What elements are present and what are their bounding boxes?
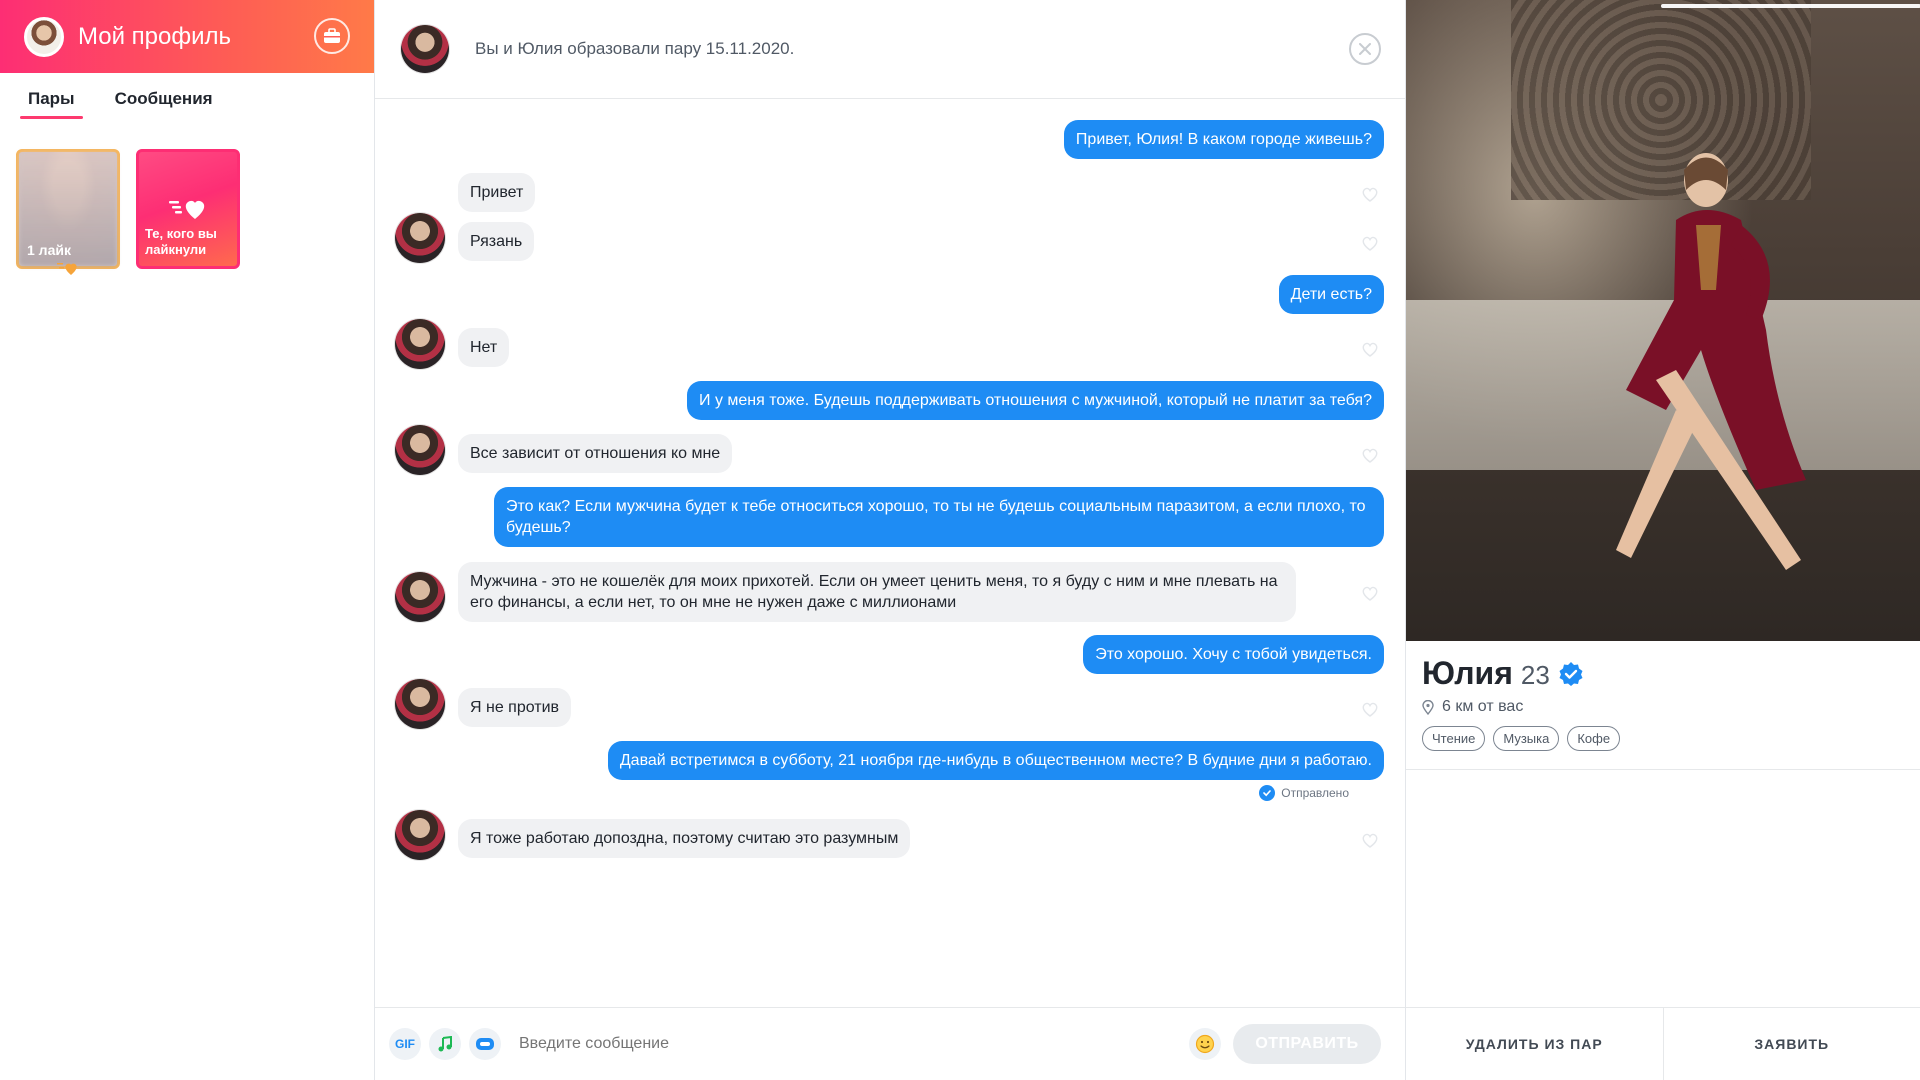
- profile-panel: Юлия 23 6 км от вас Чтение Музыка Кофе У…: [1405, 0, 1920, 1080]
- send-button[interactable]: ОТПРАВИТЬ: [1233, 1024, 1381, 1064]
- distance-label: 6 км от вас: [1442, 698, 1524, 715]
- match-avatar[interactable]: [395, 572, 445, 622]
- interest-tag: Кофе: [1567, 726, 1621, 751]
- message-list: Привет, Юлия! В каком городе живешь? При…: [375, 100, 1405, 1007]
- match-cards: 1 лайк Те, кого вы лайкнули: [0, 123, 374, 275]
- gif-icon: GIF: [395, 1037, 415, 1051]
- match-avatar[interactable]: [395, 319, 445, 369]
- tab-messages[interactable]: Сообщения: [107, 89, 221, 119]
- match-date-text: Вы и Юлия образовали пару 15.11.2020.: [475, 39, 795, 58]
- sent-check-icon: [1259, 785, 1276, 801]
- profile-age: 23: [1520, 660, 1550, 690]
- profile-actions: УДАЛИТЬ ИЗ ПАР ЗАЯВИТЬ: [1406, 1007, 1920, 1080]
- match-avatar[interactable]: [401, 25, 449, 73]
- message-bubble[interactable]: Нет: [458, 328, 510, 367]
- match-avatar[interactable]: [395, 810, 445, 860]
- message-outgoing: Привет, Юлия! В каком городе живешь?: [1063, 120, 1384, 159]
- message-bubble[interactable]: Это хорошо. Хочу с тобой увидеться.: [1083, 635, 1384, 674]
- briefcase-icon[interactable]: [314, 18, 350, 54]
- message-composer: GIF ОТПРАВИТЬ: [375, 1007, 1405, 1080]
- match-avatar[interactable]: [395, 213, 445, 263]
- heart-icon[interactable]: [1361, 701, 1379, 717]
- sticker-icon: [476, 1038, 494, 1050]
- interest-tag: Чтение: [1422, 726, 1486, 751]
- message-bubble[interactable]: Мужчина - это не кошелёк для моих прихот…: [458, 562, 1296, 622]
- liked-by-you-label: Те, кого вы лайкнули: [145, 226, 217, 257]
- sidebar: Мой профиль Пары Сообщения 1 лайк Те, ко…: [0, 0, 375, 1080]
- interest-tags: Чтение Музыка Кофе: [1422, 726, 1904, 751]
- heart-speed-icon: [169, 200, 205, 219]
- chat-panel: Вы и Юлия образовали пару 15.11.2020. Пр…: [375, 0, 1405, 1080]
- gif-button[interactable]: GIF: [389, 1028, 421, 1060]
- music-button[interactable]: [429, 1028, 461, 1060]
- message-incoming: Привет: [458, 173, 536, 212]
- my-profile-title[interactable]: Мой профиль: [78, 23, 231, 51]
- message-bubble[interactable]: Все зависит от отношения ко мне: [458, 434, 733, 473]
- message-bubble[interactable]: Привет: [458, 173, 536, 212]
- heart-icon[interactable]: [1361, 447, 1379, 463]
- profile-header[interactable]: Мой профиль: [0, 0, 374, 73]
- likes-count-label: 1 лайк: [27, 242, 71, 258]
- liked-by-you-card[interactable]: Те, кого вы лайкнули: [136, 149, 240, 269]
- match-avatar[interactable]: [395, 679, 445, 729]
- emoji-button[interactable]: [1189, 1028, 1221, 1060]
- heart-icon[interactable]: [1361, 341, 1379, 357]
- message-incoming: Нет: [458, 328, 510, 367]
- message-bubble[interactable]: И у меня тоже. Будешь поддерживать отнош…: [687, 381, 1384, 420]
- interest-tag: Музыка: [1493, 726, 1560, 751]
- message-outgoing: Это как? Если мужчина будет к тебе относ…: [494, 487, 1384, 547]
- message-outgoing: И у меня тоже. Будешь поддерживать отнош…: [687, 381, 1384, 420]
- message-bubble[interactable]: Рязань: [458, 222, 535, 261]
- message-incoming: Все зависит от отношения ко мне: [458, 434, 733, 473]
- heart-icon[interactable]: [1361, 832, 1379, 848]
- verified-icon: [1559, 661, 1583, 686]
- heart-icon[interactable]: [1361, 235, 1379, 251]
- message-incoming: Я не против: [458, 688, 572, 727]
- profile-photo[interactable]: [1406, 0, 1920, 641]
- sidebar-tabs: Пары Сообщения: [0, 73, 374, 123]
- match-avatar[interactable]: [395, 425, 445, 475]
- unmatch-button[interactable]: УДАЛИТЬ ИЗ ПАР: [1406, 1008, 1663, 1080]
- message-bubble[interactable]: Дети есть?: [1278, 275, 1384, 314]
- distance-row: 6 км от вас: [1422, 698, 1904, 716]
- message-outgoing: Давай встретимся в субботу, 21 ноября гд…: [607, 741, 1384, 780]
- tab-matches[interactable]: Пары: [20, 89, 83, 119]
- profile-info: Юлия 23 6 км от вас Чтение Музыка Кофе: [1406, 641, 1920, 770]
- likes-card[interactable]: 1 лайк: [16, 149, 120, 275]
- sent-status-label: Отправлено: [1281, 786, 1349, 800]
- location-pin-icon: [1422, 699, 1434, 715]
- gold-heart-icon: [57, 263, 77, 275]
- photo-progress-bar: [1661, 4, 1920, 8]
- music-icon: [438, 1036, 452, 1052]
- my-avatar[interactable]: [24, 16, 64, 57]
- message-bubble[interactable]: Я не против: [458, 688, 572, 727]
- chat-header: Вы и Юлия образовали пару 15.11.2020.: [375, 0, 1405, 99]
- message-bubble[interactable]: Это как? Если мужчина будет к тебе относ…: [494, 487, 1384, 547]
- sticker-button[interactable]: [469, 1028, 501, 1060]
- heart-icon[interactable]: [1361, 186, 1379, 202]
- woman-figure: [1616, 153, 1806, 570]
- name-row: Юлия 23: [1422, 655, 1904, 692]
- report-button[interactable]: ЗАЯВИТЬ: [1662, 1008, 1920, 1080]
- message-incoming: Мужчина - это не кошелёк для моих прихот…: [458, 562, 1296, 622]
- message-incoming: Рязань: [458, 222, 535, 261]
- message-outgoing: Дети есть?: [1278, 275, 1384, 314]
- message-bubble[interactable]: Я тоже работаю допоздна, поэтому считаю …: [458, 819, 911, 858]
- message-incoming: Я тоже работаю допоздна, поэтому считаю …: [458, 819, 911, 858]
- profile-name: Юлия: [1422, 655, 1513, 691]
- heart-icon[interactable]: [1361, 585, 1379, 601]
- message-bubble[interactable]: Привет, Юлия! В каком городе живешь?: [1063, 120, 1384, 159]
- message-input[interactable]: [519, 1035, 1189, 1053]
- sent-status: Отправлено: [1259, 785, 1349, 801]
- message-bubble[interactable]: Давай встретимся в субботу, 21 ноября гд…: [607, 741, 1384, 780]
- emoji-icon: [1195, 1034, 1215, 1054]
- message-outgoing: Это хорошо. Хочу с тобой увидеться.: [1083, 635, 1384, 674]
- close-icon[interactable]: [1349, 33, 1381, 65]
